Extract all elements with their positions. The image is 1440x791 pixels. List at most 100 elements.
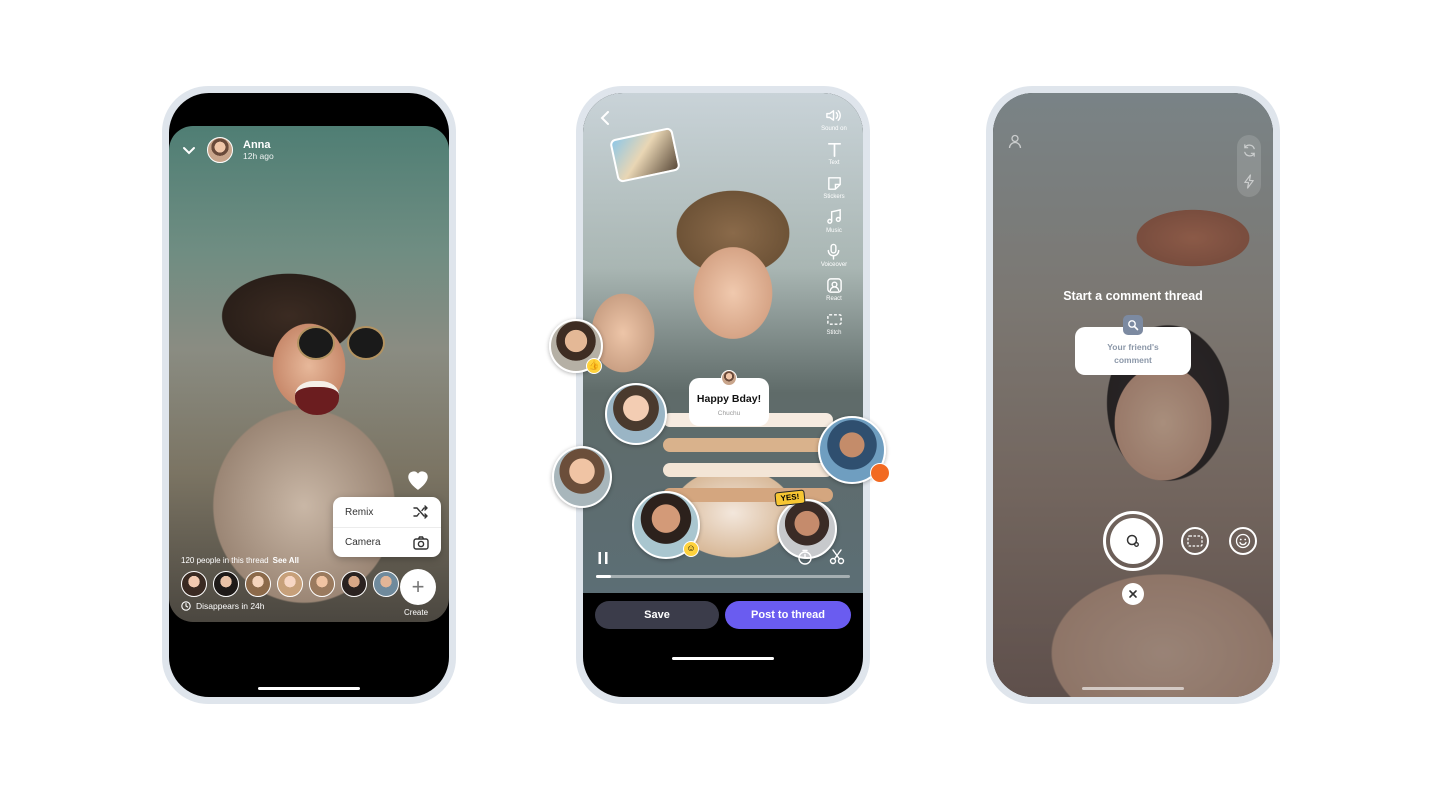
scissors-icon[interactable] [829,549,845,565]
thumbs-up-icon: 👍 [586,358,602,374]
video-progress[interactable] [596,575,850,578]
participant-avatar[interactable] [309,571,335,597]
tool-voiceover[interactable]: Voiceover [821,243,847,268]
phone-editor: Sound on Text Stickers Music Voiceover R… [576,86,870,704]
thread-count-text: 120 people in this thread [181,556,269,565]
comment-text: Happy Bday! [696,393,762,405]
emoji-mode-button[interactable] [1229,527,1257,555]
video-progress-fill [596,575,612,578]
close-icon [1129,590,1137,598]
create-label: Create [404,608,429,617]
reaction-bubble[interactable] [605,383,667,445]
participant-avatar[interactable] [373,571,399,597]
menu-item-remix[interactable]: Remix [333,497,441,527]
emoji-icon: ☺ [683,541,699,557]
music-icon [826,209,841,224]
tool-label: Stitch [826,330,842,336]
shutter-inner [1110,518,1156,564]
phone-camera: Start a comment thread Your friend's com… [986,86,1280,704]
comment-thread-title: Start a comment thread [1063,289,1203,303]
smile-icon [1235,533,1251,549]
menu-item-camera[interactable]: Camera [333,527,441,557]
create-menu: Remix Camera [333,497,441,557]
tool-text[interactable]: Text [826,141,843,166]
video-content-sunglasses [297,326,397,364]
author-avatar[interactable] [207,137,233,163]
flash-icon[interactable] [1242,174,1257,189]
participant-avatar[interactable] [213,571,239,597]
tool-label: Stickers [823,194,845,200]
author-info: Anna 12h ago [243,139,274,161]
post-time: 12h ago [243,151,274,161]
camera-label: Camera [345,537,381,548]
text-icon [827,142,841,157]
tool-label: React [826,296,842,302]
pause-icon[interactable] [597,551,609,565]
comment-search-icon [1123,315,1143,335]
camera-screen: Start a comment thread Your friend's com… [993,93,1273,697]
video-content-smile [295,381,339,415]
camera-side-controls [1237,135,1261,197]
comment-bubble[interactable]: Happy Bday! Chuchu [689,370,769,426]
participant-avatar[interactable] [277,571,303,597]
video-content-cake [663,438,833,452]
tool-label: Music [826,228,842,234]
post-to-thread-button[interactable]: Post to thread [725,601,851,629]
react-icon [826,278,842,293]
create-button[interactable]: + [400,569,436,605]
author-name[interactable]: Anna [243,139,274,151]
tool-stickers[interactable]: Stickers [823,175,845,200]
shuffle-icon [413,505,428,519]
angry-emoji-icon [870,463,890,483]
back-icon[interactable] [599,111,611,125]
editor-screen: Sound on Text Stickers Music Voiceover R… [583,93,863,697]
editor-toolbar: Sound on Text Stickers Music Voiceover R… [813,107,855,336]
camera-icon [413,535,429,550]
friend-comment-line2: comment [1114,355,1152,365]
shutter-button[interactable] [1103,511,1163,571]
tool-label: Sound on [821,126,847,132]
home-indicator[interactable] [1082,687,1184,690]
participant-avatar[interactable] [341,571,367,597]
tool-react[interactable]: React [826,277,843,302]
tool-label: Text [828,160,840,166]
chevron-down-icon[interactable] [181,142,197,158]
tool-label: Voiceover [820,262,848,268]
comment-author-avatar [721,370,737,386]
post-view-screen: Anna 12h ago Remix Camera 120 people in … [169,93,449,697]
stitch-icon [826,314,842,325]
sticker-mode-button[interactable] [1181,527,1209,555]
phone-post-view: Anna 12h ago Remix Camera 120 people in … [162,86,456,704]
friend-comment-line1: Your friend's [1107,342,1159,352]
save-button[interactable]: Save [595,601,719,629]
user-icon[interactable] [1007,133,1023,149]
flip-camera-icon[interactable] [1242,143,1257,158]
clock-icon [181,601,191,611]
tool-music[interactable]: Music [826,209,843,234]
thread-count: 120 people in this thread See All [181,556,299,565]
video-content-cake [663,463,833,477]
sticker-icon [827,177,841,190]
disappears-notice: Disappears in 24h [181,601,265,611]
remix-label: Remix [345,506,374,518]
home-indicator[interactable] [672,657,774,660]
tool-stitch[interactable]: Stitch [826,311,843,336]
tool-sound[interactable]: Sound on [821,107,847,132]
speaker-icon [826,110,842,121]
camera-dim-overlay [993,93,1273,697]
post-header: Anna 12h ago [181,137,274,163]
participant-avatar[interactable] [245,571,271,597]
comment-search-icon [1126,534,1139,547]
plus-icon: + [411,574,425,599]
see-all-link[interactable]: See All [273,556,299,565]
comment-author: Chuchu [717,410,741,417]
frame-icon [1187,535,1203,547]
reaction-bubble[interactable] [552,446,612,508]
heart-icon[interactable] [405,467,431,491]
home-indicator[interactable] [258,687,360,690]
participant-avatar[interactable] [181,571,207,597]
mic-icon [828,243,840,260]
timer-icon[interactable] [797,549,813,565]
disappears-text: Disappears in 24h [196,601,265,611]
close-button[interactable] [1122,583,1144,605]
